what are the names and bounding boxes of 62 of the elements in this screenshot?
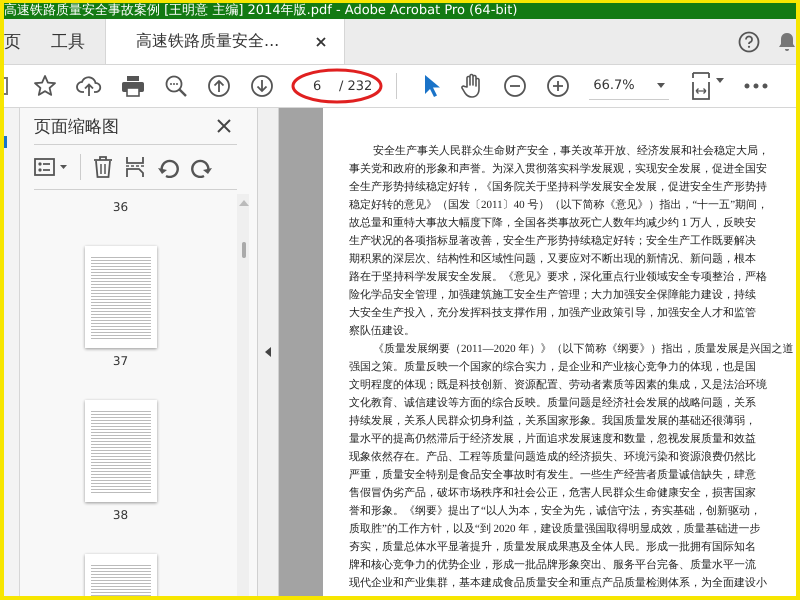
text-line: 故总量和重特大事故大幅度下降，全国各类事故死亡人数年均减少约 1 万人，反映安 bbox=[349, 216, 757, 231]
partial-icon[interactable] bbox=[4, 74, 9, 98]
panel-title: 页面缩略图 bbox=[34, 116, 119, 138]
text-line: 期积累的深层次、结构性和区域性问题，又要应对不断出现的新情况、新问题，根本 bbox=[349, 252, 757, 267]
more-icon[interactable] bbox=[744, 83, 768, 89]
cursor-icon[interactable] bbox=[423, 74, 442, 98]
close-icon[interactable] bbox=[217, 119, 231, 133]
bell-icon[interactable] bbox=[778, 32, 796, 52]
arrow-up-circle-icon[interactable] bbox=[207, 74, 231, 98]
page-number-field[interactable]: 6 bbox=[297, 78, 339, 94]
text-line: 现象依然存在。产品、工程等质量问题造成的经济损失、环境污染和资源浪费仍然比 bbox=[349, 450, 757, 465]
page-number: 37 bbox=[112, 354, 128, 368]
text-line: 全生产形势持续稳定好转，《国务院关于坚持科学发展安全发展，促进安全生产形势持 bbox=[349, 180, 768, 195]
collapse-arrow-icon bbox=[265, 347, 271, 357]
text-line: 誉和形象。《纲要》提出了“以人为本，安全为先，诚信守法，夯实基础，创新驱动， bbox=[349, 504, 762, 519]
scrollbar[interactable] bbox=[237, 194, 249, 596]
star-icon[interactable] bbox=[33, 74, 57, 98]
trash-icon[interactable] bbox=[93, 156, 113, 178]
zoom-dropdown[interactable]: 66.7% bbox=[589, 72, 670, 100]
text-line: 险化学品安全管理，加强建筑施工安全生产管理；大力加强安全保障能力建设，持续 bbox=[349, 288, 757, 303]
window-title: 高速铁路质量安全事故案例 [王明意 主编] 2014年版.pdf - Adobe Acrobat Pro (64-bit) bbox=[4, 3, 796, 19]
arrow-down-circle-icon[interactable] bbox=[250, 74, 274, 98]
tab[interactable]: 工具 bbox=[51, 19, 105, 64]
text-line: 文化教育、诚信建设等方面的综合反映。质量问题是经济社会发展的战略问题，关系 bbox=[349, 396, 757, 411]
text-line: 售假冒伪劣产品，破坏市场秩序和社会公正，危害人民群众生命健康安全，损害国家 bbox=[349, 486, 757, 501]
page-thumbnail[interactable] bbox=[84, 400, 156, 502]
text-line: 安全生产事关人民群众生命财产安全，事关改革开放、经济发展和社会稳定大局， bbox=[372, 144, 770, 159]
fit-page-icon[interactable] bbox=[689, 71, 726, 101]
page-number: 38 bbox=[112, 508, 128, 522]
help-icon[interactable] bbox=[738, 30, 760, 52]
text-line: 夯实，质量总体水平显著提升，质量发展成果惠及全体人民。形成一批拥有国际知名 bbox=[349, 540, 757, 555]
panel-marker bbox=[4, 136, 7, 148]
text-line: 路在于坚持科学发展安全发展。《意见》要求，深化重点行业领域安全专项整治，严格 bbox=[349, 270, 768, 285]
text-line: 《质量发展纲要（2011—2020 年）》（以下简称《纲要》）指出，质量发展是兴国之道 bbox=[372, 342, 794, 357]
cloud-upload-icon[interactable] bbox=[76, 74, 102, 98]
text-line: 大安全生产投入，充分发挥科技支撑作用，加强产业政策引导，加强安全人才和监管 bbox=[349, 306, 757, 321]
text-line: 量水平的提高仍然滞后于经济发展，片面追求发展速度和数量，忽视发展质量和效益 bbox=[349, 432, 757, 447]
page-insert-icon[interactable] bbox=[125, 156, 145, 178]
text-line: 质取胜”的工作方针，以及“到 2020 年，建设质量强国取得明显成效，质量基础进一步 bbox=[349, 522, 762, 537]
text-line: 强国之策。质量反映一个国家的综合实力，是企业和产业核心竞争力的体现，也是国 bbox=[349, 360, 757, 375]
text-line: 持续发展，关系人民群众切身利益，关系国家形象。我国质量发展的基础还很薄弱， bbox=[349, 414, 757, 429]
tab[interactable]: 高速铁路质量安全... bbox=[105, 19, 345, 64]
text-line: 现代企业和产业集群，基本建成食品质量安全和重点产品质量检测体系，为全面建设小 bbox=[349, 576, 768, 591]
close-icon[interactable] bbox=[316, 36, 326, 46]
zoom-out-icon[interactable] bbox=[503, 74, 528, 98]
text-line: 牌和核心竞争力的优势企业，形成一批品牌形象突出、服务平台完备、质量水平一流 bbox=[349, 558, 757, 573]
text-line: 察队伍建设。 bbox=[349, 324, 416, 339]
caret-icon bbox=[657, 83, 666, 88]
text-line: 事关党和政府的形象和声誉。为深入贯彻落实科学发展观，实现安全发展，促进全国安 bbox=[349, 162, 768, 177]
tab[interactable]: 页 bbox=[4, 19, 51, 64]
page-thumbnail[interactable] bbox=[84, 246, 156, 348]
search-icon[interactable] bbox=[164, 74, 188, 98]
print-icon[interactable] bbox=[121, 74, 145, 98]
text-line: 生产状况的各项指标显著改善，安全生产形势持续稳定好转；安全生产工作既要解决 bbox=[349, 234, 757, 249]
text-line: 文明程度的体现；既是科技创新、资源配置、劳动者素质等因素的集成，又是法治环境 bbox=[349, 378, 768, 393]
page-number: 36 bbox=[112, 200, 128, 214]
page-count: / 232 bbox=[339, 78, 374, 94]
text-line: 稳定好转的意见》（国发〔2011〕40 号）（以下简称《意见》）指出，“十一五”期间， bbox=[349, 198, 770, 213]
zoom-in-icon[interactable] bbox=[546, 74, 570, 98]
text-line: 严重，质量安全特别是食品安全事故时有发生。一些生产经营者质量诚信缺失，肆意 bbox=[349, 468, 757, 483]
list-options-icon[interactable] bbox=[34, 158, 68, 176]
scroll-thumb[interactable] bbox=[242, 242, 246, 258]
